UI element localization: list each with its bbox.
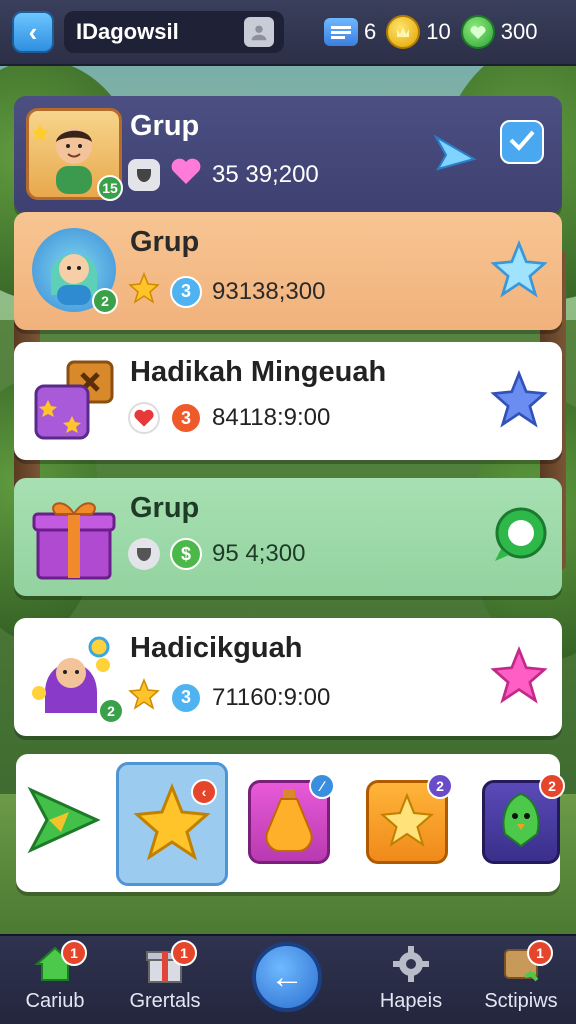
potion-boost-button[interactable]: ∕ <box>248 773 335 864</box>
list-item[interactable]: 2 Grup 3 93138;300 <box>14 212 562 330</box>
item-score: 93138;300 <box>212 277 326 305</box>
gold-count: 10 <box>426 19 451 44</box>
star-icon <box>379 792 435 853</box>
avatar: 2 <box>32 228 118 314</box>
nav-item-settings[interactable]: Hapeis <box>356 942 466 1013</box>
top-bar: ‹ IDagowsil 6 10 300 <box>0 0 576 66</box>
item-meta: 3 84118:9:00 <box>128 402 330 434</box>
arrow-icon <box>23 780 103 865</box>
cup-icon <box>128 538 160 570</box>
coin-3-icon: 3 <box>170 275 202 308</box>
powerup-bar: ‹ ∕ 2 2 <box>16 754 565 892</box>
chat-bubble-icon <box>489 505 549 570</box>
item-score: 35 39;200 <box>212 160 319 188</box>
potion-icon <box>259 787 319 858</box>
gems-count: 300 <box>500 19 538 44</box>
home-icon: 1 <box>33 940 87 986</box>
gold-coin-icon <box>386 15 421 49</box>
star-boost-button[interactable]: ‹ <box>116 762 228 886</box>
star-icon <box>490 369 548 433</box>
avatar: 2 <box>26 630 124 724</box>
messages-stat[interactable]: 6 <box>324 18 376 46</box>
item-meta: $ 95 4;300 <box>128 538 305 570</box>
coin-3-icon: 3 <box>170 402 202 434</box>
favorite-button[interactable] <box>490 239 548 303</box>
bird-icon <box>495 790 547 855</box>
nav-item-scrolls[interactable]: 1 Sctipiws <box>466 940 576 1013</box>
gift-box-icon <box>26 490 122 582</box>
star-icon <box>128 271 160 311</box>
heart-icon <box>128 402 160 434</box>
item-title: Grup <box>130 492 200 524</box>
heart-icon <box>170 156 202 193</box>
item-title: Grup <box>130 226 200 258</box>
nav-label: Cariub <box>25 990 85 1012</box>
item-meta: 35 39;200 <box>128 156 319 193</box>
star-icon <box>128 677 160 717</box>
nav-badge: 1 <box>61 940 87 966</box>
nav-label: Hapeis <box>379 990 443 1012</box>
orange-star-boost-button[interactable]: 2 <box>366 773 453 864</box>
favorite-button[interactable] <box>490 645 548 709</box>
gear-icon <box>389 942 433 986</box>
bird-boost-button[interactable]: 2 <box>482 773 565 864</box>
favorite-button[interactable] <box>490 369 548 433</box>
level-badge: 2 <box>92 288 118 314</box>
nav-label: Sctipiws <box>484 990 558 1012</box>
item-title: Grup <box>130 110 200 142</box>
powerup-badge: ∕ <box>309 773 335 799</box>
item-meta: 3 71160:9:00 <box>128 677 331 717</box>
coin-3-icon: 3 <box>170 681 202 714</box>
paper-plane-icon <box>432 133 478 178</box>
level-badge: 2 <box>98 698 124 724</box>
powerup-badge: ‹ <box>191 779 217 805</box>
dollar-coin-icon: $ <box>170 538 202 570</box>
item-title: Hadikah Mingeuah <box>130 356 387 388</box>
list-item[interactable]: 2 Hadicikguah 3 71160:9:00 <box>14 618 562 736</box>
arrow-boost-button[interactable] <box>22 780 104 864</box>
gems-stat[interactable]: 300 <box>460 15 538 49</box>
avatar: 15 <box>26 108 123 201</box>
check-icon <box>508 128 536 157</box>
item-title: Hadicikguah <box>130 632 303 664</box>
item-meta: 3 93138;300 <box>128 271 326 311</box>
check-button[interactable] <box>500 120 544 164</box>
nav-item-home[interactable]: 1 Cariub <box>0 940 110 1013</box>
level-badge: 15 <box>97 175 123 201</box>
nav-item-gifts[interactable]: 1 Grertals <box>110 940 220 1013</box>
powerup-badge: 2 <box>427 773 453 799</box>
chevron-left-icon: ‹ <box>28 16 38 47</box>
nav-badge: 1 <box>171 940 197 966</box>
list-item[interactable]: 15 Grup 35 39;200 <box>14 96 562 214</box>
chat-button[interactable] <box>490 507 548 566</box>
list-item[interactable]: Grup $ 95 4;300 <box>14 478 562 596</box>
star-icon <box>490 239 548 303</box>
item-score: 95 4;300 <box>212 540 306 567</box>
powerup-badge: 2 <box>539 773 565 799</box>
scroll-icon: 1 <box>499 940 553 986</box>
back-button[interactable]: ‹ <box>12 11 54 53</box>
center-back-button[interactable]: ← <box>252 942 322 1012</box>
username-pill[interactable]: IDagowsil <box>64 11 284 53</box>
share-button[interactable] <box>426 126 484 184</box>
green-gem-icon <box>460 15 495 49</box>
item-score: 71160:9:00 <box>212 683 331 711</box>
messages-count: 6 <box>364 19 377 44</box>
nav-badge: 1 <box>527 940 553 966</box>
back-arrow-icon: ← <box>270 957 304 996</box>
cup-icon <box>128 158 160 191</box>
gift-box-icon: 1 <box>143 940 197 986</box>
nav-label: Grertals <box>129 990 201 1012</box>
gold-stat[interactable]: 10 <box>386 15 451 49</box>
dice-icon <box>26 354 122 446</box>
user-avatar-icon <box>244 17 274 47</box>
message-icon <box>324 18 358 46</box>
list-item[interactable]: Hadikah Mingeuah 3 84118:9:00 <box>14 342 562 460</box>
star-icon <box>490 645 548 709</box>
item-score: 84118:9:00 <box>212 404 331 431</box>
username-label: IDagowsil <box>76 19 179 44</box>
